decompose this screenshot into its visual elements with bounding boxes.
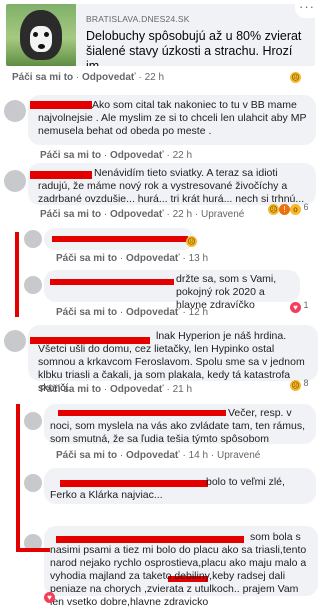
comment-reactions[interactable]: ☹ (186, 234, 197, 247)
timestamp[interactable]: 22 h (173, 150, 192, 161)
avatar[interactable] (24, 412, 42, 430)
timestamp[interactable]: 14 h (189, 450, 208, 461)
reply-link[interactable]: Odpovedať (126, 307, 180, 318)
avatar[interactable] (24, 276, 42, 294)
edited-label[interactable]: Upravené (201, 209, 244, 220)
reaction-count: 6 (303, 202, 309, 212)
dog-eye-left (33, 32, 38, 37)
avatar[interactable] (4, 170, 26, 192)
avatar[interactable] (24, 230, 42, 248)
comment-reactions[interactable]: ♥ 1 (290, 300, 309, 313)
comment-text: som bola s nasimi psami a tiez mi bolo d… (50, 531, 307, 608)
comment-actions: Páči sa mi to · Odpovedať · 13 h (56, 253, 209, 264)
timestamp[interactable]: 21 h (173, 384, 192, 395)
like-link[interactable]: Páči sa mi to (40, 209, 101, 220)
reply-link[interactable]: Odpovedať (110, 150, 164, 161)
like-link[interactable]: Páči sa mi to (56, 450, 117, 461)
timestamp[interactable]: 22 h (173, 209, 192, 220)
reaction-count: 1 (303, 300, 309, 310)
dog-nose (38, 44, 45, 49)
comment-actions: Páči sa mi to · Odpovedať · 12 h (56, 307, 209, 318)
reaction-count: 8 (303, 378, 309, 388)
heart-reaction-icon: ♥ (44, 592, 55, 603)
thread-line-branch (16, 548, 50, 552)
redacted-name (50, 279, 174, 285)
more-options-icon[interactable]: ··· (295, 0, 319, 18)
comment-text: Večer, resp. v noci, som myslela na vás … (50, 407, 306, 445)
like-link[interactable]: Páči sa mi to (40, 384, 101, 395)
edited-label[interactable]: Upravené (217, 450, 260, 461)
avatar[interactable] (4, 100, 26, 122)
post-actions: Páči sa mi to · Odpovedať · 22 h (12, 72, 165, 83)
like-link[interactable]: Páči sa mi to (40, 150, 101, 161)
angry-reaction-icon: ! (279, 204, 290, 215)
reply-link[interactable]: Odpovedať (110, 384, 164, 395)
reply-link[interactable]: Odpovedať (110, 209, 164, 220)
avatar[interactable] (24, 474, 42, 492)
wow-reaction-icon: o (290, 204, 301, 215)
link-domain: BRATISLAVA.DNES24.SK (86, 14, 190, 24)
dog-thumbnail (6, 4, 76, 66)
thread-line (15, 232, 19, 317)
sad-reaction-icon: ☹ (268, 204, 279, 215)
timestamp[interactable]: 12 h (189, 307, 208, 318)
comment-reactions[interactable]: ☹ 8 (290, 378, 309, 391)
thread-line (16, 404, 20, 552)
comment-reactions[interactable]: ♥ (44, 590, 55, 603)
reply-link[interactable]: Odpovedať (126, 253, 180, 264)
timestamp[interactable]: 22 h (145, 72, 164, 83)
link-headline[interactable]: Delobuchy spôsobujú až u 80% zvierat šia… (86, 29, 315, 66)
like-link[interactable]: Páči sa mi to (56, 253, 117, 264)
like-link[interactable]: Páči sa mi to (56, 307, 117, 318)
like-link[interactable]: Páči sa mi to (12, 72, 73, 83)
dog-eye-right (44, 32, 49, 37)
post-reaction[interactable]: ☹ (290, 70, 301, 83)
comment-actions: Páči sa mi to · Odpovedať · 22 h · Uprav… (40, 209, 245, 220)
sad-reaction-icon: ☹ (290, 72, 301, 83)
sad-reaction-icon: ☹ (290, 380, 301, 391)
avatar[interactable] (4, 330, 26, 352)
reply-link[interactable]: Odpovedať (82, 72, 136, 83)
comment-reactions[interactable]: ☹! o 6 (268, 202, 309, 215)
redacted-text (52, 236, 188, 242)
heart-reaction-icon: ♥ (290, 302, 301, 313)
reply-link[interactable]: Odpovedať (126, 450, 180, 461)
comment-actions: Páči sa mi to · Odpovedať · 22 h (40, 150, 193, 161)
link-preview-card[interactable]: BRATISLAVA.DNES24.SK Delobuchy spôsobujú… (6, 4, 315, 66)
sad-reaction-icon: ☹ (186, 236, 197, 247)
timestamp[interactable]: 13 h (189, 253, 208, 264)
comment-text: Ako som cital tak nakoniec to tu v BB ma… (38, 99, 307, 137)
comment-actions: Páči sa mi to · Odpovedať · 14 h · Uprav… (56, 450, 261, 461)
comment-text: bolo to veľmi zlé, Ferko a Klárka najvia… (50, 476, 285, 501)
comment-text: Nenávidím tieto sviatky. A teraz sa idio… (38, 167, 305, 205)
comment-actions: Páči sa mi to · Odpovedať · 21 h (40, 384, 193, 395)
